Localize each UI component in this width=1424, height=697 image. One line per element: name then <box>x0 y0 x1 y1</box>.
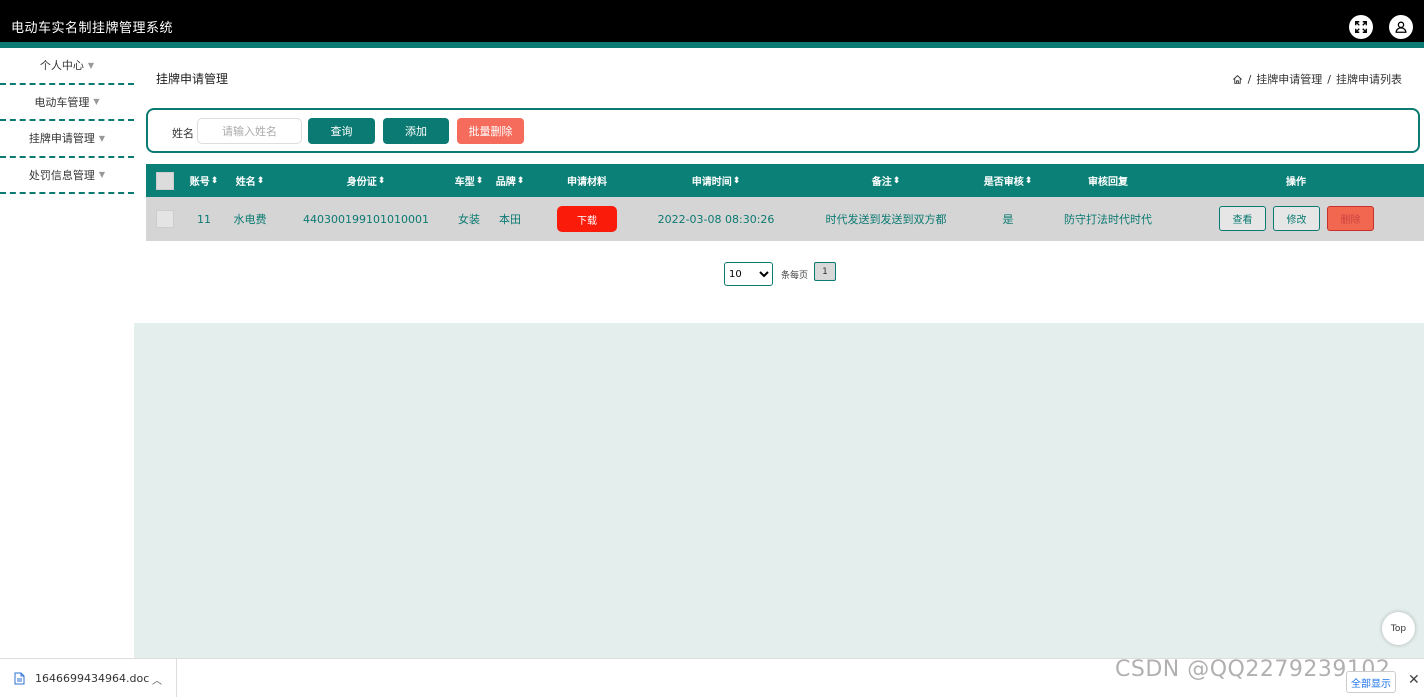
download-button[interactable]: 下载 <box>557 206 617 232</box>
cell-car-type: 女装 <box>458 213 480 226</box>
chevron-up-icon[interactable]: ︿ <box>152 672 162 687</box>
sidebar-item-label: 电动车管理 <box>34 95 90 109</box>
sort-icon: ⬍ <box>377 175 386 186</box>
sort-icon: ⬍ <box>516 175 525 186</box>
col-car-type[interactable]: 车型 ⬍ <box>449 164 489 197</box>
sidebar-item-plate-application[interactable]: 挂牌申请管理 ▼ <box>0 121 134 158</box>
breadcrumb-level1[interactable]: 挂牌申请管理 <box>1256 71 1322 87</box>
breadcrumb: / 挂牌申请管理 / 挂牌申请列表 <box>1232 71 1402 87</box>
col-id-card[interactable]: 身份证 ⬍ <box>326 164 406 197</box>
col-remark-label: 备注 <box>871 177 892 188</box>
user-button[interactable] <box>1389 15 1413 39</box>
document-icon <box>14 672 25 685</box>
downloaded-file-name: 1646699434964.doc <box>35 672 150 685</box>
caret-down-icon: ▼ <box>93 97 100 107</box>
content-background <box>134 323 1424 658</box>
search-form: 姓名 查询 添加 批量删除 <box>146 108 1420 153</box>
name-search-input[interactable] <box>197 118 302 144</box>
sort-icon: ⬍ <box>892 175 901 186</box>
delete-button[interactable]: 删除 <box>1327 206 1374 231</box>
batch-delete-button[interactable]: 批量删除 <box>457 118 524 144</box>
sidebar-item-personal-center[interactable]: 个人中心 ▼ <box>0 48 134 85</box>
col-id-card-label: 身份证 <box>346 177 377 188</box>
col-brand-label: 品牌 <box>495 177 516 188</box>
caret-down-icon: ▼ <box>87 60 95 70</box>
col-name[interactable]: 姓名 ⬍ <box>232 164 268 197</box>
page-number-button[interactable]: 1 <box>814 262 836 281</box>
cell-id-card: 440300199101010001 <box>303 212 429 226</box>
select-all-checkbox[interactable] <box>156 171 174 190</box>
sort-icon: ⬍ <box>256 175 265 186</box>
cell-is-audited: 是 <box>1002 213 1014 226</box>
col-name-label: 姓名 <box>235 177 256 188</box>
col-apply-time-label: 申请时间 <box>691 177 732 188</box>
breadcrumb-separator: / <box>1327 72 1331 86</box>
cell-name: 水电费 <box>233 213 267 226</box>
page-title: 挂牌申请管理 <box>156 72 229 86</box>
sidebar-item-penalty-info[interactable]: 处罚信息管理 ▼ <box>0 158 134 194</box>
edit-button[interactable]: 修改 <box>1273 206 1320 231</box>
sidebar-item-label: 挂牌申请管理 <box>28 132 95 146</box>
show-all-button[interactable]: 全部显示 <box>1346 671 1396 693</box>
table-header: 账号 ⬍ 姓名 ⬍ 身份证 ⬍ 车型 ⬍ 品牌 ⬍ 申请材料 申请时间 ⬍ 备注 ⬍ 是否审核… <box>146 164 1424 197</box>
main-panel: 挂牌申请管理 / 挂牌申请管理 / 挂牌申请列表 姓名 查询 添加 批量删除 账… <box>134 48 1424 323</box>
col-is-audited-label: 是否审核 <box>983 177 1024 188</box>
per-page-label: 条每页 <box>781 271 809 281</box>
col-remark[interactable]: 备注 ⬍ <box>846 164 926 197</box>
caret-down-icon: ▼ <box>98 170 106 180</box>
app-title: 电动车实名制挂牌管理系统 <box>11 21 174 36</box>
col-material-label: 申请材料 <box>567 177 607 188</box>
cell-audit-reply: 防守打法时代时代 <box>1064 213 1152 226</box>
col-apply-time[interactable]: 申请时间 ⬍ <box>676 164 756 197</box>
sidebar-item-label: 处罚信息管理 <box>28 168 95 182</box>
breadcrumb-separator: / <box>1247 72 1252 86</box>
col-ops-label: 操作 <box>1286 177 1306 188</box>
fullscreen-button[interactable] <box>1349 15 1373 39</box>
expand-icon <box>1355 21 1367 33</box>
col-ops: 操作 <box>1256 164 1336 197</box>
close-icon[interactable]: ✕ <box>1408 672 1420 688</box>
cell-account: 11 <box>197 212 211 226</box>
col-audit-reply: 审核回复 <box>1068 164 1148 197</box>
col-account[interactable]: 账号 ⬍ <box>186 164 222 197</box>
sort-icon: ⬍ <box>475 175 484 186</box>
row-checkbox[interactable] <box>156 210 174 228</box>
caret-down-icon: ▼ <box>98 133 106 143</box>
cell-brand: 本田 <box>499 213 521 226</box>
col-car-type-label: 车型 <box>454 177 475 188</box>
sort-icon: ⬍ <box>732 175 741 186</box>
col-account-label: 账号 <box>189 177 210 188</box>
back-to-top-button[interactable]: Top <box>1382 612 1415 645</box>
cell-apply-time: 2022-03-08 08:30:26 <box>657 212 775 226</box>
sidebar-item-ebike-management[interactable]: 电动车管理 ▼ <box>0 85 134 121</box>
sidebar-item-label: 个人中心 <box>39 59 84 73</box>
application-table: 账号 ⬍ 姓名 ⬍ 身份证 ⬍ 车型 ⬍ 品牌 ⬍ 申请材料 申请时间 ⬍ 备注 ⬍ 是否审核… <box>146 164 1424 241</box>
query-button[interactable]: 查询 <box>308 118 375 144</box>
cell-remark: 时代发送到发送到双方都 <box>825 213 947 226</box>
col-material: 申请材料 <box>552 164 622 197</box>
table-row: 11 水电费 440300199101010001 女装 本田 下载 2022-… <box>146 197 1424 241</box>
user-icon <box>1395 21 1407 33</box>
sidebar: 个人中心 ▼ 电动车管理 ▼ 挂牌申请管理 ▼ 处罚信息管理 ▼ <box>0 48 134 658</box>
home-icon[interactable] <box>1232 74 1243 85</box>
view-button[interactable]: 查看 <box>1219 206 1266 231</box>
breadcrumb-level2: 挂牌申请列表 <box>1336 73 1402 86</box>
sort-icon: ⬍ <box>1024 175 1033 186</box>
col-is-audited[interactable]: 是否审核 ⬍ <box>968 164 1048 197</box>
page-size-select[interactable]: 10 <box>724 262 773 286</box>
add-button[interactable]: 添加 <box>383 118 449 144</box>
top-bar: 电动车实名制挂牌管理系统 <box>0 0 1424 48</box>
downloaded-file-item[interactable]: 1646699434964.doc ︿ <box>0 659 177 697</box>
sort-icon: ⬍ <box>210 175 219 186</box>
col-brand[interactable]: 品牌 ⬍ <box>490 164 530 197</box>
name-label: 姓名 <box>172 127 194 140</box>
col-audit-reply-label: 审核回复 <box>1088 177 1128 188</box>
